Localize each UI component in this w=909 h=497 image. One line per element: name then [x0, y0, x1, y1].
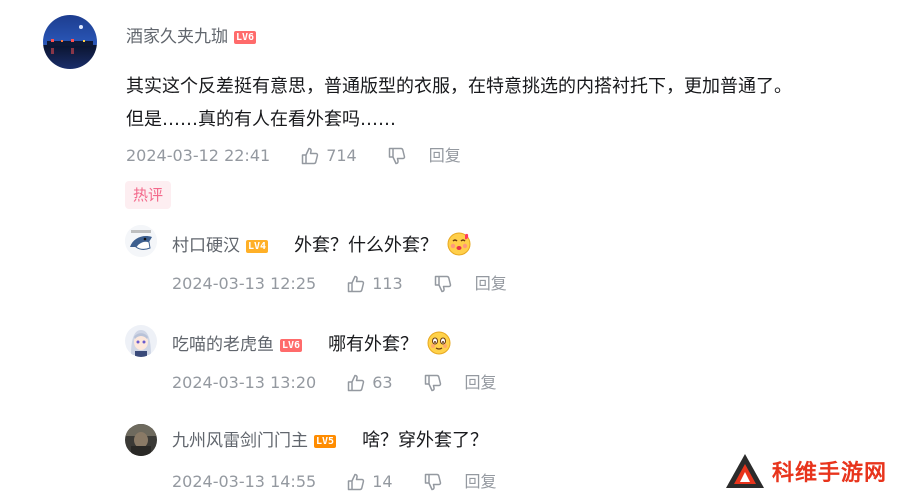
- thumbs-up-icon: [347, 275, 365, 293]
- reply-3-username[interactable]: 九州风雷剑门门主: [172, 430, 308, 452]
- reply-1-like-button[interactable]: 113: [346, 273, 403, 295]
- reply-3-meta: 2024-03-13 14:55 14 回复: [172, 471, 497, 493]
- reply-1-username[interactable]: 村口硬汉: [172, 235, 240, 257]
- thumbs-up-icon: [347, 473, 365, 491]
- reply-1-timestamp: 2024-03-13 12:25: [172, 274, 317, 293]
- reply-1-row: 村口硬汉 LV4 外套？什么外套？: [172, 231, 472, 261]
- reply-3-avatar[interactable]: [125, 424, 157, 456]
- reply-3-timestamp: 2024-03-13 14:55: [172, 472, 317, 491]
- reply-3-row: 九州风雷剑门门主 LV5 啥？穿外套了？: [172, 429, 488, 453]
- reply-1-dislike-button[interactable]: [433, 274, 459, 294]
- main-username[interactable]: 酒家久夹九珈: [126, 27, 228, 47]
- main-like-button[interactable]: 714: [300, 145, 357, 167]
- reply-3-like-count: 14: [372, 472, 393, 491]
- avatar-shark-cartoon-image: [125, 225, 157, 257]
- reply-1-meta: 2024-03-13 12:25 113 回复: [172, 273, 507, 295]
- main-dislike-button[interactable]: [387, 146, 413, 166]
- reply-1-avatar[interactable]: [125, 225, 157, 257]
- reply-2-reply-button[interactable]: 回复: [465, 372, 497, 394]
- reply-2-like-count: 63: [372, 373, 393, 392]
- reply-3-like-button[interactable]: 14: [346, 471, 393, 493]
- reply-2-avatar[interactable]: [125, 325, 157, 357]
- thumbs-down-icon: [388, 147, 405, 165]
- main-comment-line-2: 但是……真的有人在看外套吗……: [126, 109, 396, 130]
- reply-3-reply-button[interactable]: 回复: [465, 471, 497, 493]
- thumbs-up-icon: [301, 147, 319, 165]
- avatar-night-city-image: [43, 15, 97, 69]
- main-comment-meta: 2024-03-12 22:41 714 回复: [126, 145, 461, 167]
- reply-3-dislike-button[interactable]: [423, 472, 449, 492]
- blush-face-icon: [426, 330, 452, 360]
- thumbs-down-icon: [424, 374, 441, 392]
- thumbs-down-icon: [434, 275, 451, 293]
- watermark-text: 科维手游网: [772, 461, 888, 486]
- reply-2-text: 哪有外套？: [328, 334, 419, 355]
- thumbs-up-icon: [347, 374, 365, 392]
- reply-2-meta: 2024-03-13 13:20 63 回复: [172, 372, 497, 394]
- reply-1-like-count: 113: [372, 274, 403, 293]
- watermark-triangle-logo-icon: [726, 454, 764, 488]
- reply-2-dislike-button[interactable]: [423, 373, 449, 393]
- reply-2-level-badge: LV6: [280, 338, 303, 352]
- reply-3-text: 啥？穿外套了？: [362, 430, 489, 451]
- reply-1-level-badge: LV4: [246, 239, 269, 253]
- reply-2-timestamp: 2024-03-13 13:20: [172, 373, 317, 392]
- main-avatar[interactable]: [43, 15, 97, 69]
- reply-2-like-button[interactable]: 63: [346, 372, 393, 394]
- avatar-anime-girl-image: [125, 325, 157, 357]
- main-level-badge: LV6: [234, 30, 257, 44]
- kiss-face-icon: [446, 231, 472, 261]
- hot-comment-badge: 热评: [125, 181, 172, 209]
- main-username-row: 酒家久夹九珈 LV6: [126, 26, 257, 48]
- reply-1-text: 外套？什么外套？: [294, 235, 439, 256]
- reply-2-row: 吃喵的老虎鱼 LV6 哪有外套？: [172, 330, 452, 360]
- thumbs-down-icon: [424, 473, 441, 491]
- reply-3-level-badge: LV5: [314, 434, 337, 448]
- reply-1-reply-button[interactable]: 回复: [475, 273, 507, 295]
- avatar-photo-image: [125, 424, 157, 456]
- main-comment-line-1: 其实这个反差挺有意思，普通版型的衣服，在特意挑选的内搭衬托下，更加普通了。: [126, 76, 792, 97]
- watermark: 科维手游网: [724, 452, 887, 490]
- reply-2-username[interactable]: 吃喵的老虎鱼: [172, 334, 274, 356]
- main-timestamp: 2024-03-12 22:41: [126, 146, 271, 165]
- main-like-count: 714: [326, 146, 357, 165]
- main-reply-button[interactable]: 回复: [429, 145, 461, 167]
